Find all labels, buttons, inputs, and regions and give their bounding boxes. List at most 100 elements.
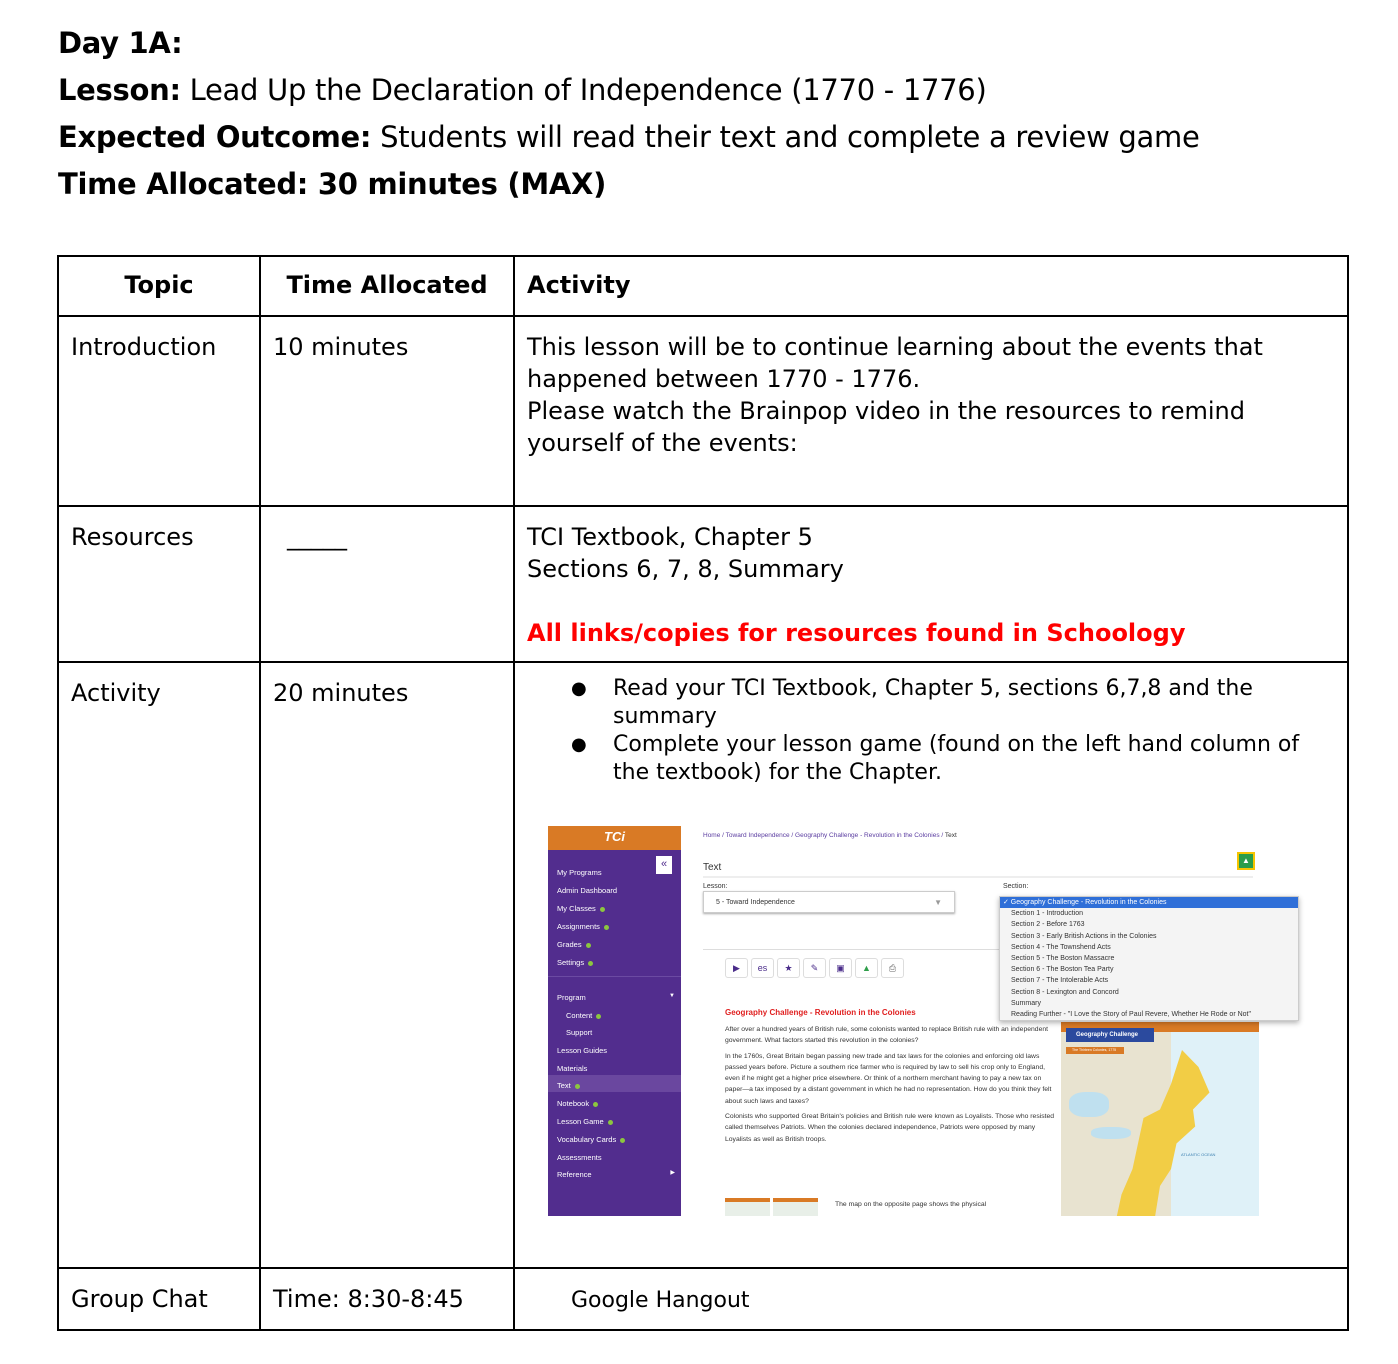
sidebar-item[interactable]: Reference (557, 1170, 592, 1179)
sidebar-item[interactable]: Content (566, 1011, 602, 1020)
activity-cell: This lesson will be to continue learning… (513, 315, 1349, 507)
star-icon[interactable]: ★ (777, 958, 800, 978)
section-option[interactable]: Section 5 - The Boston Massacre (1000, 953, 1298, 964)
activity-text: TCI Textbook, Chapter 5 (527, 523, 813, 551)
status-dot-icon (599, 906, 605, 912)
google-drive-icon[interactable]: ▲ (855, 958, 878, 978)
section-option[interactable]: Reading Further - "I Love the Story of P… (1000, 1009, 1298, 1020)
time-cell: _____ (259, 505, 515, 663)
status-dot-icon (607, 1119, 613, 1125)
tci-screenshot: TCi « My Programs Admin Dashboard My Class… (548, 826, 1308, 1218)
sidebar-item[interactable]: Admin Dashboard (557, 886, 617, 895)
section-option[interactable]: Section 1 - Introduction (1000, 908, 1298, 919)
section-option[interactable]: ✓ Geography Challenge - Revolution in th… (1000, 897, 1298, 909)
map-subtitle: The Thirteen Colonies, 1775 (1066, 1047, 1124, 1054)
topic-cell: Group Chat (57, 1267, 261, 1331)
sidebar-item[interactable]: Lesson Game (557, 1117, 613, 1126)
bullet-icon: ● (571, 678, 587, 699)
article-body: After over a hundred years of British ru… (725, 1024, 1055, 1149)
section-option[interactable]: Section 8 - Lexington and Concord (1000, 987, 1298, 998)
sidebar-item-label: Content (566, 1011, 593, 1020)
print-icon[interactable]: ⎙ (881, 958, 904, 978)
sidebar-item-label: Assessments (557, 1153, 602, 1162)
activity-text: This lesson will be to continue learning… (527, 333, 1263, 393)
sidebar-item-label: Program (557, 993, 586, 1002)
section-option[interactable]: Section 4 - The Townshend Acts (1000, 942, 1298, 953)
sidebar-item-label: Vocabulary Cards (557, 1135, 617, 1144)
sidebar-item-label: Notebook (557, 1099, 590, 1108)
sidebar-item[interactable]: Assignments (557, 922, 609, 931)
table-row: Group Chat Time: 8:30-8:45 Google Hangou… (57, 1267, 1349, 1331)
lesson-select[interactable]: 5 - Toward Independence ▼ (703, 891, 955, 913)
sidebar-item-label: Materials (557, 1064, 588, 1073)
bullet-item: ● Read your TCI Textbook, Chapter 5, sect… (571, 676, 1253, 729)
map-thumbnail[interactable] (773, 1198, 818, 1216)
sidebar-item-label: Text (557, 1081, 571, 1090)
bullet-icon: ● (571, 734, 587, 755)
sidebar-item[interactable]: My Classes (557, 904, 605, 913)
section-label: Section: (1003, 883, 1029, 890)
title-divider (703, 876, 1253, 878)
sidebar-item[interactable]: Grades (557, 940, 591, 949)
sidebar-item[interactable]: Notebook (557, 1099, 599, 1108)
section-option[interactable]: Section 3 - Early British Actions in the… (1000, 931, 1298, 942)
time-line: Time Allocated: 30 minutes (MAX) (58, 167, 607, 201)
double-chevron-left-icon[interactable]: « (656, 856, 672, 874)
sidebar-item-label: Assignments (557, 922, 600, 931)
schoology-note: All links/copies for resources found in … (527, 619, 1186, 647)
article-title: Geography Challenge - Revolution in the … (725, 1008, 916, 1017)
play-audio-icon[interactable]: ▶ (725, 958, 748, 978)
lesson-line: Lesson: Lead Up the Declaration of Indep… (58, 73, 987, 107)
section-option[interactable]: Summary (1000, 998, 1298, 1009)
sidebar-item[interactable]: Vocabulary Cards (557, 1135, 626, 1144)
status-dot-icon (574, 1083, 580, 1089)
highlighter-icon[interactable]: ✎ (803, 958, 826, 978)
sidebar-item-label: Lesson Game (557, 1117, 604, 1126)
status-dot-icon (588, 960, 594, 966)
google-classroom-icon[interactable]: ▲ (1237, 852, 1255, 870)
section-option[interactable]: Section 7 - The Intolerable Acts (1000, 975, 1298, 986)
sidebar-item[interactable]: Text (557, 1081, 580, 1090)
spanish-toggle-icon[interactable]: es (751, 958, 774, 978)
dropdown-arrow-icon: ▼ (934, 898, 942, 907)
lesson-header: Day 1A: Lesson: Lead Up the Declaration … (58, 20, 1200, 208)
sidebar-item[interactable]: Settings (557, 958, 594, 967)
topic-cell: Activity (57, 661, 261, 1269)
sidebar-item-label: Lesson Guides (557, 1046, 608, 1055)
breadcrumb-current: Text (944, 832, 957, 839)
lake (1069, 1092, 1109, 1117)
map-banner: Geography Challenge (1066, 1028, 1154, 1042)
bullet-item: ● Complete your lesson game (found on the… (571, 732, 1300, 785)
section-option[interactable]: Section 6 - The Boston Tea Party (1000, 964, 1298, 975)
tci-main: Home / Toward Independence / Geography C… (681, 826, 1308, 1218)
sidebar-item-label: Reference (557, 1170, 592, 1179)
breadcrumb-lesson[interactable]: Toward Independence (726, 832, 790, 839)
status-dot-icon (620, 1137, 626, 1143)
divider (703, 949, 1003, 950)
sidebar-item[interactable]: Program (557, 993, 586, 1002)
sidebar-item-label: Settings (557, 958, 585, 967)
map-thumbnail[interactable] (725, 1198, 770, 1216)
section-option[interactable]: Section 2 - Before 1763 (1000, 919, 1298, 930)
time-blank: _____ (287, 523, 347, 551)
day-title: Day 1A: (58, 26, 183, 60)
sidebar-item[interactable]: Materials (557, 1064, 587, 1073)
sidebar-item-label: My Programs (557, 868, 602, 877)
paragraph: In the 1760s, Great Britain began passin… (725, 1052, 1052, 1105)
sidebar-item-label: Grades (557, 940, 582, 949)
ocean-label: ATLANTIC OCEAN (1181, 1152, 1216, 1157)
sidebar-item[interactable]: Lesson Guides (557, 1046, 607, 1055)
sticky-note-icon[interactable]: ▣ (829, 958, 852, 978)
breadcrumb-home[interactable]: Home (703, 832, 720, 839)
header-topic: Topic (57, 255, 261, 317)
status-dot-icon (603, 924, 609, 930)
status-dot-icon (596, 1013, 602, 1019)
sidebar-item[interactable]: My Programs (557, 868, 602, 877)
table-row: Introduction 10 minutes This lesson will… (57, 315, 1349, 507)
caret-down-icon: ▼ (669, 993, 675, 999)
sidebar-item[interactable]: Support (566, 1028, 592, 1037)
outcome-line: Expected Outcome: Students will read the… (58, 120, 1200, 154)
breadcrumb-section[interactable]: Geography Challenge - Revolution in the … (795, 832, 940, 839)
sidebar-item[interactable]: Assessments (557, 1153, 602, 1162)
section-dropdown[interactable]: ✓ Geography Challenge - Revolution in th… (999, 896, 1299, 1021)
